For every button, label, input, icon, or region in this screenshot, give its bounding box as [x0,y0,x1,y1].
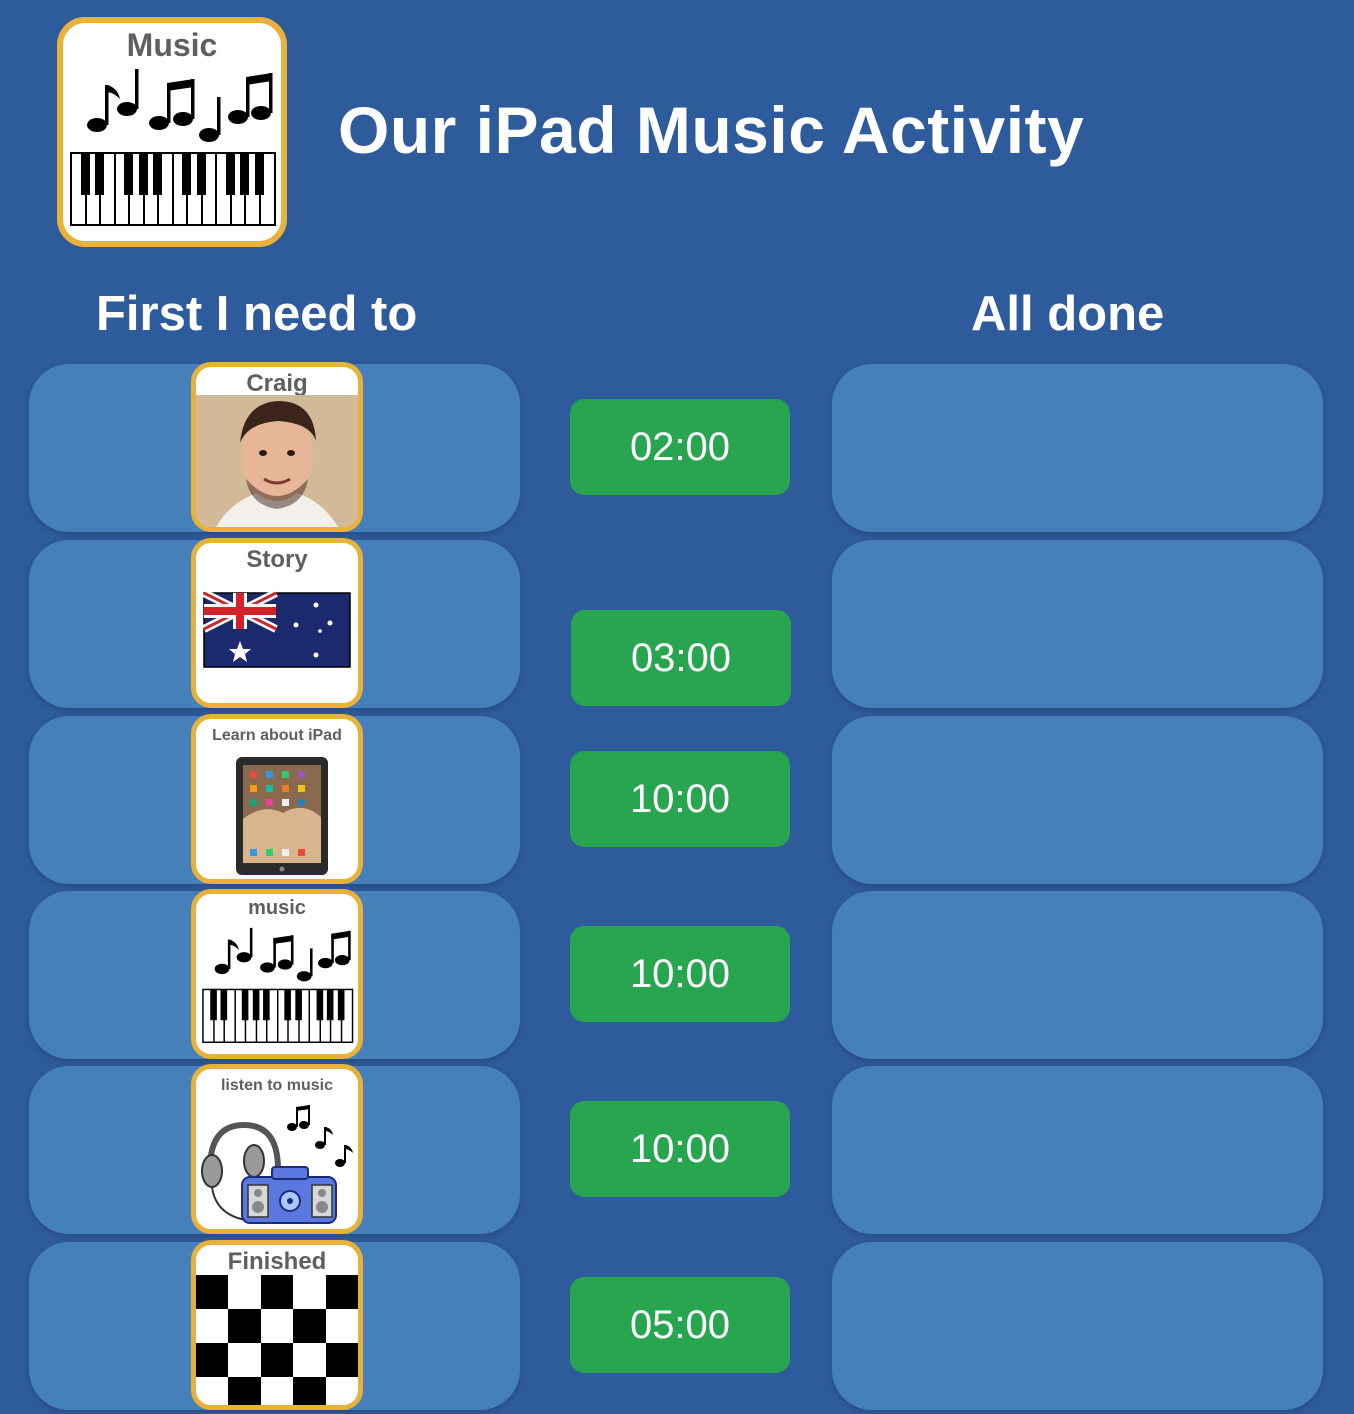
task-card-craig[interactable]: Craig [191,362,363,532]
column-header-first: First I need to [96,287,418,341]
done-slot-6[interactable] [832,1242,1323,1410]
task-card-music[interactable]: music [191,889,363,1059]
timer-button-6[interactable]: 05:00 [570,1277,790,1373]
music-keyboard-icon [70,69,276,226]
task-label: Craig [246,370,308,397]
task-label: Learn about iPad [212,727,342,744]
done-slot-5[interactable] [832,1066,1323,1234]
person-photo-icon [196,395,358,527]
checkered-flag-icon [196,1275,358,1405]
task-card-ipad[interactable]: Learn about iPad [191,714,363,884]
page-title: Our iPad Music Activity [338,93,1085,167]
done-slot-2[interactable] [832,540,1323,708]
music-keyboard-icon [202,927,354,1043]
column-header-done: All done [971,287,1165,341]
done-slot-1[interactable] [832,364,1323,532]
headphones-boombox-icon [201,1105,353,1224]
timer-button-3[interactable]: 10:00 [570,751,790,847]
task-card-finished[interactable]: Finished [191,1240,363,1410]
task-label: listen to music [220,1077,334,1094]
timer-button-4[interactable]: 10:00 [570,926,790,1022]
task-label: Story [246,546,308,573]
done-slot-4[interactable] [832,891,1323,1059]
australian-flag-icon [202,589,351,668]
activity-icon-card[interactable]: Music [57,17,287,247]
timer-button-1[interactable]: 02:00 [570,399,790,495]
timer-button-2[interactable]: 03:00 [571,610,791,706]
activity-icon-label: Music [126,27,218,63]
task-label: Finished [227,1248,327,1275]
task-card-listen[interactable]: listen to music [191,1064,363,1234]
task-label: music [248,897,306,919]
ipad-icon [236,757,328,875]
timer-button-5[interactable]: 10:00 [570,1101,790,1197]
task-card-story[interactable]: Story [191,538,363,708]
done-slot-3[interactable] [832,716,1323,884]
